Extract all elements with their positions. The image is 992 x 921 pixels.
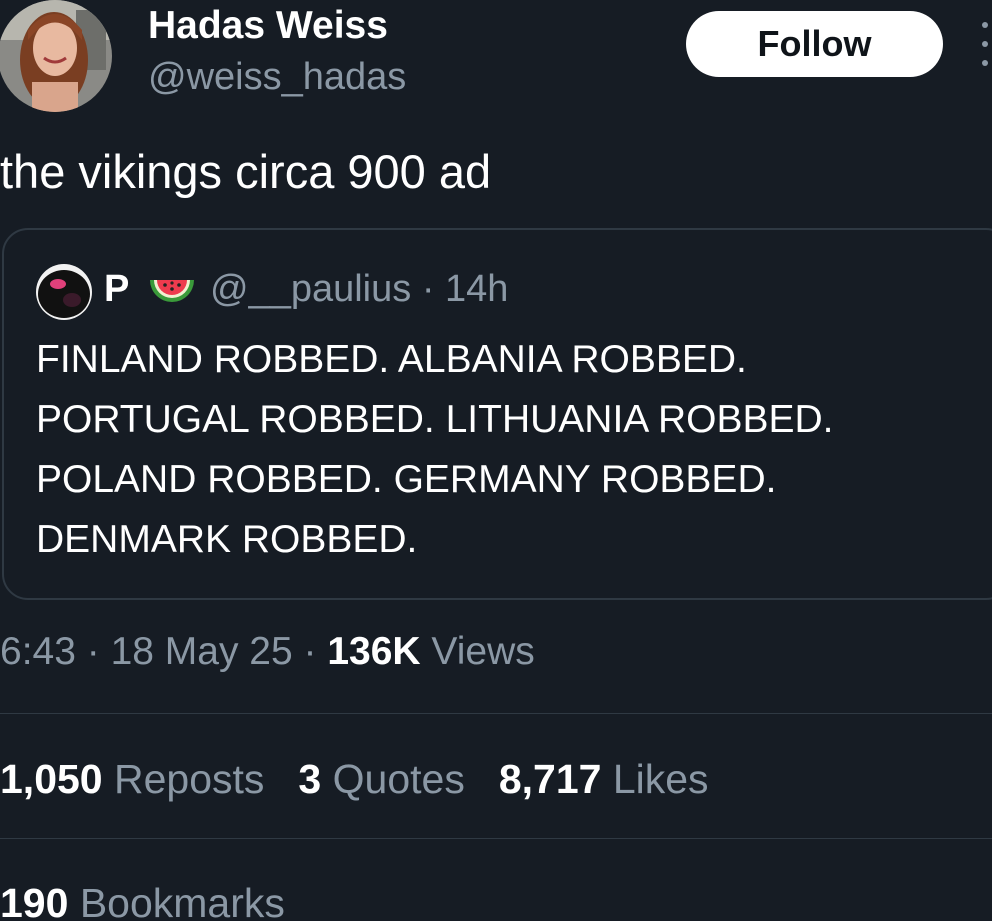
likes-count: 8,717 bbox=[498, 756, 602, 802]
likes-label: Likes bbox=[601, 756, 709, 802]
author-name[interactable]: Hadas Weiss bbox=[148, 4, 388, 48]
divider bbox=[0, 713, 992, 714]
more-dot bbox=[982, 60, 988, 66]
views-count: 136K bbox=[327, 630, 421, 673]
quote-line: DENMARK ROBBED. bbox=[36, 518, 418, 561]
follow-button[interactable]: Follow bbox=[686, 11, 943, 77]
reposts-count: 1,050 bbox=[0, 756, 103, 802]
quote-body: FINLAND ROBBED. ALBANIA ROBBED. PORTUGAL… bbox=[36, 330, 992, 570]
divider bbox=[0, 838, 992, 839]
quotes-label: Quotes bbox=[321, 756, 465, 802]
watermelon-icon bbox=[147, 270, 197, 314]
more-dot bbox=[982, 22, 988, 28]
views-label: Views bbox=[420, 630, 535, 673]
quotes-count: 3 bbox=[298, 756, 322, 802]
quote-line: POLAND ROBBED. GERMANY ROBBED. bbox=[36, 458, 777, 501]
quotes-stat[interactable]: 3 Quotes bbox=[298, 756, 464, 802]
avatar-image bbox=[0, 0, 112, 112]
author-handle[interactable]: @weiss_hadas bbox=[148, 56, 406, 99]
reposts-stat[interactable]: 1,050 Reposts bbox=[0, 756, 264, 802]
timestamp[interactable]: 6:43 · 18 May 25 · bbox=[0, 630, 327, 673]
author-avatar[interactable] bbox=[0, 0, 112, 112]
quote-author-avatar[interactable] bbox=[36, 264, 92, 320]
quote-line: PORTUGAL ROBBED. LITHUANIA ROBBED. bbox=[36, 398, 834, 441]
bookmarks-label: Bookmarks bbox=[68, 880, 285, 921]
reposts-label: Reposts bbox=[102, 756, 265, 802]
more-dot bbox=[982, 41, 988, 47]
tweet-text: the vikings circa 900 ad bbox=[0, 145, 492, 198]
quote-meta[interactable]: @__paulius · 14h bbox=[210, 268, 508, 311]
quote-avatar-image bbox=[36, 264, 92, 320]
bookmarks-stat[interactable]: 190 Bookmarks bbox=[0, 880, 285, 921]
more-options-icon[interactable] bbox=[978, 22, 992, 66]
quote-line: FINLAND ROBBED. ALBANIA ROBBED. bbox=[36, 338, 747, 381]
engagement-stats: 1,050 Reposts 3 Quotes 8,717 Likes bbox=[0, 756, 743, 803]
quoted-tweet-card[interactable]: P @__paulius · 14h FINLAND ROBBED. ALBAN… bbox=[2, 228, 992, 600]
tweet-detail-page: Hadas Weiss @weiss_hadas Follow the viki… bbox=[0, 0, 992, 921]
timestamp-row: 6:43 · 18 May 25 · 136K Views bbox=[0, 630, 535, 674]
bookmarks-count: 190 bbox=[0, 880, 69, 921]
likes-stat[interactable]: 8,717 Likes bbox=[499, 756, 709, 802]
quote-author-name[interactable]: P bbox=[104, 268, 129, 311]
